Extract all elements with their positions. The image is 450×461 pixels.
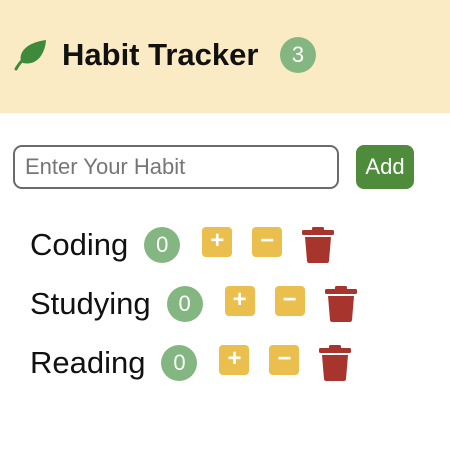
habit-row: Studying 0 + −: [30, 284, 357, 324]
trash-icon[interactable]: [324, 286, 357, 322]
habit-count-badge: 0: [161, 345, 198, 381]
habit-count-badge: 0: [166, 286, 203, 322]
habit-name: Reading: [30, 345, 146, 380]
increment-button[interactable]: +: [224, 286, 255, 316]
trash-icon[interactable]: [302, 227, 335, 263]
habit-input[interactable]: [13, 145, 339, 189]
habit-count-badge: 0: [144, 227, 181, 263]
app-header: Habit Tracker 3: [0, 0, 450, 113]
increment-button[interactable]: +: [202, 227, 233, 257]
increment-button[interactable]: +: [219, 345, 250, 375]
decrement-button[interactable]: −: [252, 227, 283, 257]
habit-count-badge: 3: [280, 37, 316, 73]
habit-name: Coding: [30, 227, 129, 262]
decrement-button[interactable]: −: [269, 345, 300, 375]
decrement-button[interactable]: −: [274, 286, 305, 316]
habit-row: Coding 0 + −: [30, 225, 335, 265]
page-title: Habit Tracker: [62, 37, 259, 72]
habit-row: Reading 0 + −: [30, 343, 352, 383]
trash-icon[interactable]: [319, 345, 352, 381]
leaf-icon: [14, 40, 46, 71]
add-button[interactable]: Add: [356, 145, 414, 189]
habit-name: Studying: [30, 286, 151, 321]
